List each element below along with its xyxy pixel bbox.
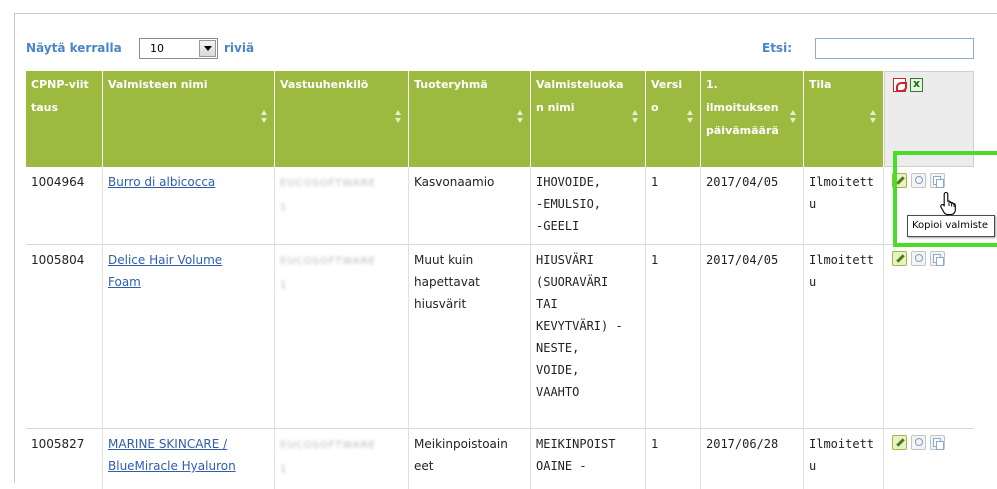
- version-cell: 1: [646, 245, 701, 428]
- column-header-first-notification-date[interactable]: 1. ilmoituksen päivämäärä: [701, 71, 804, 167]
- category-cell: IHOVOIDE, -EMULSIO, -GEELI: [531, 167, 646, 244]
- cpnp-ref-cell: 1005827: [26, 429, 103, 489]
- column-header-category-name[interactable]: Valmisteluoka n nimi: [531, 71, 646, 167]
- table-header: CPNP-viit taus Valmisteen nimi Vastuuhen…: [26, 71, 974, 167]
- responsible-person-cell: EUCOSOFTWARE 1: [275, 429, 409, 489]
- row-actions: [884, 429, 974, 489]
- product-name-cell: MARINE SKINCARE / BlueMiracle Hyaluron: [103, 429, 275, 489]
- sort-icon[interactable]: [517, 110, 524, 124]
- product-group-cell: Meikinpoistoain eet: [409, 429, 531, 489]
- status-cell: Ilmoitett u: [804, 245, 884, 428]
- version-cell: 1: [646, 167, 701, 244]
- column-header-responsible-person[interactable]: Vastuuhenkilö: [275, 71, 409, 167]
- search-input[interactable]: [815, 38, 974, 59]
- sort-icon[interactable]: [790, 110, 797, 124]
- product-name-link[interactable]: Burro di albicocca: [108, 175, 215, 189]
- panel-left-border: [14, 13, 15, 483]
- chevron-down-icon[interactable]: [199, 40, 216, 57]
- pdf-icon[interactable]: [893, 78, 907, 92]
- edit-icon[interactable]: [892, 251, 907, 266]
- column-header-status[interactable]: Tila: [804, 71, 884, 167]
- edit-icon[interactable]: [892, 435, 907, 450]
- version-cell: 1: [646, 429, 701, 489]
- page-size-select[interactable]: 10: [139, 38, 218, 59]
- panel-top-border: [14, 13, 997, 14]
- page-size-label: Näytä kerralla: [26, 41, 122, 55]
- status-cell: Ilmoitett u: [804, 429, 884, 489]
- product-group-cell: Kasvonaamio: [409, 167, 531, 244]
- cpnp-ref-cell: 1005804: [26, 245, 103, 428]
- status-cell: Ilmoitett u: [804, 167, 884, 244]
- column-header-product-name[interactable]: Valmisteen nimi: [103, 71, 275, 167]
- view-icon[interactable]: [911, 251, 926, 266]
- search-label: Etsi:: [762, 41, 792, 55]
- copy-tooltip: Kopioi valmiste: [907, 215, 995, 237]
- table-row: 1005804 Delice Hair Volume Foam EUCOSOFT…: [26, 245, 974, 429]
- copy-icon[interactable]: [930, 251, 945, 266]
- column-header-product-group[interactable]: Tuoteryhmä: [409, 71, 531, 167]
- page-size-value: 10: [150, 42, 164, 55]
- sort-icon[interactable]: [632, 110, 639, 124]
- date-cell: 2017/04/05: [701, 167, 804, 244]
- view-icon[interactable]: [911, 435, 926, 450]
- sort-icon[interactable]: [395, 110, 402, 124]
- responsible-person-cell: EUCOSOFTWARE 1: [275, 245, 409, 428]
- category-cell: HIUSVÄRI (SUORAVÄRI TAI KEVYTVÄRI) - NES…: [531, 245, 646, 428]
- product-group-cell: Muut kuin hapettavat hiusvärit: [409, 245, 531, 428]
- product-name-link[interactable]: Delice Hair Volume Foam: [108, 253, 222, 289]
- row-actions: [884, 245, 974, 428]
- sort-icon[interactable]: [687, 110, 694, 124]
- date-cell: 2017/06/28: [701, 429, 804, 489]
- table-row: 1005827 MARINE SKINCARE / BlueMiracle Hy…: [26, 429, 974, 489]
- sort-icon[interactable]: [870, 110, 877, 124]
- cpnp-ref-cell: 1004964: [26, 167, 103, 244]
- sort-icon[interactable]: [261, 110, 268, 124]
- product-name-link[interactable]: MARINE SKINCARE / BlueMiracle Hyaluron: [108, 437, 236, 473]
- responsible-person-cell: EUCOSOFTWARE 1: [275, 167, 409, 244]
- excel-icon[interactable]: [910, 77, 923, 92]
- copy-icon[interactable]: [930, 435, 945, 450]
- category-cell: MEIKINPOIST OAINE -: [531, 429, 646, 489]
- date-cell: 2017/04/05: [701, 245, 804, 428]
- hand-cursor-icon: [940, 191, 956, 215]
- column-header-version[interactable]: Versi o: [646, 71, 701, 167]
- table-controls: Näytä kerralla 10 riviä Etsi:: [26, 38, 974, 60]
- product-name-cell: Delice Hair Volume Foam: [103, 245, 275, 428]
- column-header-cpnp-ref[interactable]: CPNP-viit taus: [26, 71, 103, 167]
- product-name-cell: Burro di albicocca: [103, 167, 275, 244]
- table-row: 1004964 Burro di albicocca EUCOSOFTWARE …: [26, 167, 974, 245]
- rows-label: riviä: [224, 41, 255, 55]
